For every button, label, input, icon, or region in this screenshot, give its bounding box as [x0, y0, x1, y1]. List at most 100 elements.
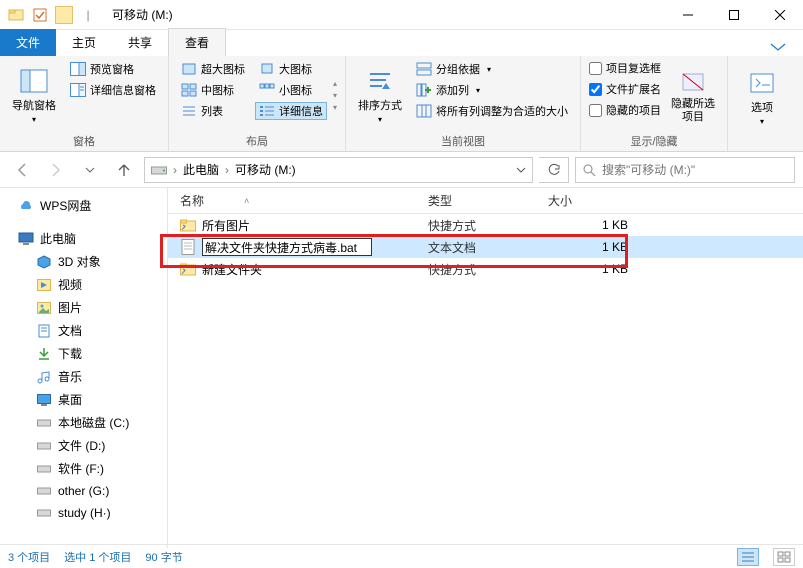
details-pane-icon [70, 82, 86, 98]
layout-list[interactable]: 列表 [177, 102, 249, 120]
options-button[interactable]: 选项 ▾ [736, 60, 788, 135]
tree-documents[interactable]: 文档 [0, 319, 167, 342]
add-column-button[interactable]: 添加列▾ [412, 81, 572, 99]
tab-view[interactable]: 查看 [168, 28, 226, 56]
maximize-button[interactable] [711, 0, 757, 30]
checkbox-qat-icon[interactable] [30, 5, 50, 25]
nav-pane-button[interactable]: 导航窗格 ▾ [8, 60, 60, 131]
layout-details[interactable]: 详细信息 [255, 102, 327, 120]
file-icon [180, 261, 196, 277]
search-input[interactable] [602, 163, 788, 177]
tree-videos[interactable]: 视频 [0, 273, 167, 296]
ribbon-group-current-view: 排序方式 ▾ 分组依据▾ 添加列▾ 将所有列调整为合适的大小 当前视图 [346, 56, 581, 151]
layout-group-label: 布局 [177, 131, 337, 149]
disk-icon [36, 415, 52, 431]
nav-up-button[interactable] [110, 156, 138, 184]
file-row[interactable]: 所有图片快捷方式1 KB [168, 214, 803, 236]
nav-back-button[interactable] [8, 156, 36, 184]
file-icon [180, 217, 196, 233]
address-bar-row: › 此电脑 › 可移动 (M:) [0, 152, 803, 188]
nav-tree[interactable]: WPS网盘 此电脑 3D 对象 视频 图片 文档 下载 音乐 桌面 本地磁盘 (… [0, 188, 168, 548]
ribbon-help-dropdown[interactable] [765, 36, 791, 56]
breadcrumb-drive[interactable]: 可移动 (M:) [235, 161, 296, 178]
disk-icon [36, 505, 52, 521]
pictures-icon [36, 300, 52, 316]
drive-icon [151, 162, 167, 178]
ribbon-tabs: 文件 主页 共享 查看 [0, 30, 803, 56]
tab-home[interactable]: 主页 [56, 29, 112, 56]
titlebar: | 可移动 (M:) [0, 0, 803, 30]
view-thumbnails-button[interactable] [773, 548, 795, 566]
fit-columns-icon [416, 103, 432, 119]
checkbox-file-extensions[interactable]: 文件扩展名 [589, 81, 661, 97]
breadcrumb-this-pc[interactable]: 此电脑 [183, 161, 219, 178]
disk-icon [36, 461, 52, 477]
tree-wps[interactable]: WPS网盘 [0, 194, 167, 217]
chevron-down-icon: ▾ [760, 117, 764, 126]
search-icon [582, 163, 596, 177]
column-headers[interactable]: 名称˄ 类型 大小 [168, 188, 803, 214]
tree-music[interactable]: 音乐 [0, 365, 167, 388]
checkbox-hidden-items[interactable]: 隐藏的项目 [589, 102, 661, 118]
close-button[interactable] [757, 0, 803, 30]
details-icon [259, 103, 275, 119]
file-list-area: 名称˄ 类型 大小 所有图片快捷方式1 KB文本文档1 KB新建文件夹快捷方式1… [168, 188, 803, 548]
file-rows[interactable]: 所有图片快捷方式1 KB文本文档1 KB新建文件夹快捷方式1 KB [168, 214, 803, 548]
fit-columns-button[interactable]: 将所有列调整为合适的大小 [412, 102, 572, 120]
tree-this-pc[interactable]: 此电脑 [0, 227, 167, 250]
refresh-button[interactable] [539, 157, 569, 183]
tree-disk-g[interactable]: other (G:) [0, 480, 167, 502]
tree-disk-d[interactable]: 文件 (D:) [0, 434, 167, 457]
sort-button[interactable]: 排序方式 ▾ [354, 60, 406, 131]
chevron-down-icon: ▾ [378, 115, 382, 124]
tree-downloads[interactable]: 下载 [0, 342, 167, 365]
minimize-button[interactable] [665, 0, 711, 30]
tree-desktop[interactable]: 桌面 [0, 388, 167, 411]
group-by-button[interactable]: 分组依据▾ [412, 60, 572, 78]
disk-icon [36, 483, 52, 499]
nav-recent-button[interactable] [76, 156, 104, 184]
nav-forward-button[interactable] [42, 156, 70, 184]
3d-icon [36, 254, 52, 270]
file-size: 1 KB [548, 218, 648, 232]
tree-3d-objects[interactable]: 3D 对象 [0, 250, 167, 273]
col-size[interactable]: 大小 [548, 192, 648, 209]
tab-file[interactable]: 文件 [0, 29, 56, 56]
cloud-icon [18, 198, 34, 214]
tree-disk-h[interactable]: study (H·) [0, 502, 167, 524]
layout-extra-large[interactable]: 超大图标 [177, 60, 249, 78]
tab-share[interactable]: 共享 [112, 29, 168, 56]
documents-icon [36, 323, 52, 339]
tree-disk-c[interactable]: 本地磁盘 (C:) [0, 411, 167, 434]
layout-large[interactable]: 大图标 [255, 60, 327, 78]
tree-disk-f[interactable]: 软件 (F:) [0, 457, 167, 480]
layout-more[interactable]: ▾ [333, 103, 337, 112]
chevron-right-icon[interactable]: › [225, 163, 229, 177]
layout-small[interactable]: 小图标 [255, 81, 327, 99]
checkbox-item-checkboxes[interactable]: 项目复选框 [589, 60, 661, 76]
file-row[interactable]: 文本文档1 KB [168, 236, 803, 258]
search-box[interactable] [575, 157, 795, 183]
view-details-button[interactable] [737, 548, 759, 566]
layout-scroll-down[interactable]: ▾ [333, 91, 337, 100]
details-pane-button[interactable]: 详细信息窗格 [66, 81, 160, 99]
preview-pane-icon [70, 61, 86, 77]
layout-scroll-up[interactable]: ▴ [333, 79, 337, 88]
layout-medium[interactable]: 中图标 [177, 81, 249, 99]
tree-pictures[interactable]: 图片 [0, 296, 167, 319]
file-type: 快捷方式 [428, 261, 548, 278]
downloads-icon [36, 346, 52, 362]
window-title: 可移动 (M:) [112, 6, 173, 23]
file-size: 1 KB [548, 240, 648, 254]
col-name[interactable]: 名称˄ [168, 192, 428, 209]
file-row[interactable]: 新建文件夹快捷方式1 KB [168, 258, 803, 280]
address-bar[interactable]: › 此电脑 › 可移动 (M:) [144, 157, 533, 183]
hide-selected-button[interactable]: 隐藏所选项目 [667, 60, 719, 131]
preview-pane-button[interactable]: 预览窗格 [66, 60, 160, 78]
col-type[interactable]: 类型 [428, 192, 548, 209]
file-name: 所有图片 [202, 217, 250, 234]
rename-input[interactable] [202, 238, 372, 256]
ribbon-group-show-hide: 项目复选框 文件扩展名 隐藏的项目 隐藏所选项目 显示/隐藏 [581, 56, 728, 151]
address-dropdown[interactable] [516, 165, 526, 175]
chevron-right-icon[interactable]: › [173, 163, 177, 177]
